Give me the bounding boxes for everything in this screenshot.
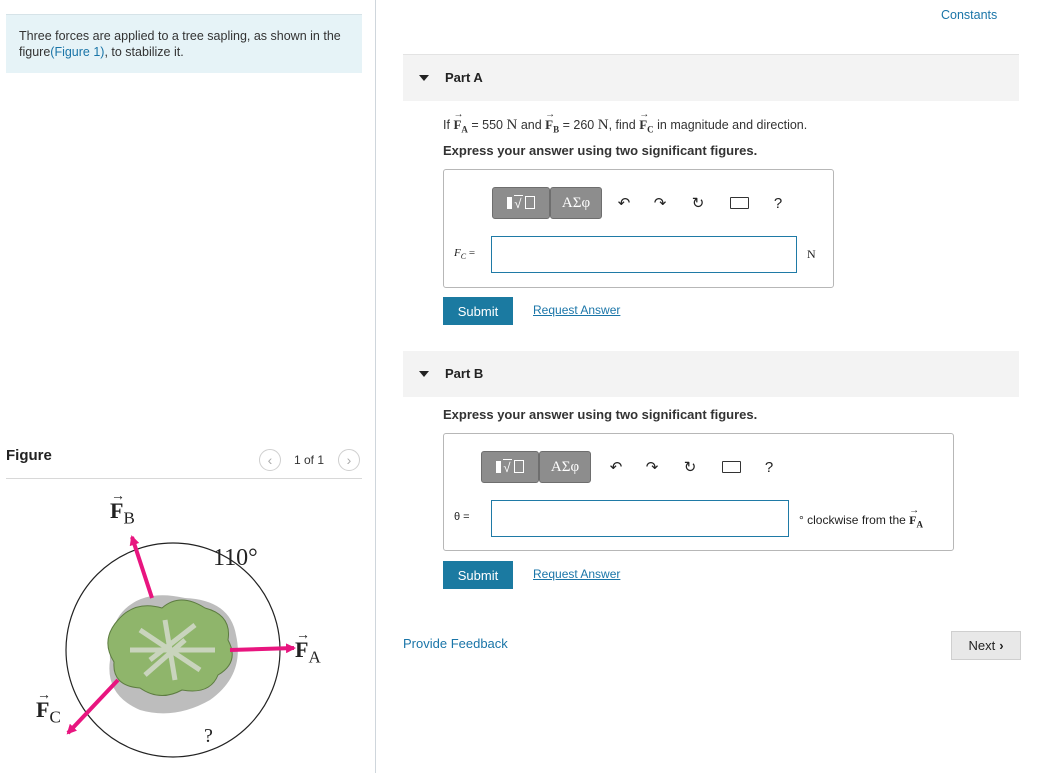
reset-icon[interactable]: ↻ [680, 458, 700, 476]
force-fa-arrow [229, 643, 296, 654]
redo-icon[interactable]: ↷ [642, 458, 662, 476]
constants-link[interactable]: Constants [941, 8, 997, 22]
part-b-instructions: Express your answer using two significan… [443, 407, 758, 422]
q-if: If [443, 118, 450, 132]
label-fa-sub: A [308, 647, 321, 667]
part-b-request-answer-link[interactable]: Request Answer [533, 567, 620, 581]
figure-diagram [65, 535, 296, 758]
sqrt-template-icon: √ [496, 458, 524, 475]
vector-arrow-fb: → [111, 489, 125, 504]
part-a-title: Part A [445, 70, 483, 85]
part-b-unit-vec-sub: A [916, 519, 924, 530]
part-a-header[interactable]: Part A [403, 55, 1019, 101]
next-label: Next [968, 638, 996, 653]
q-and: and [520, 118, 542, 132]
greek-symbols-label: ΑΣφ [550, 458, 580, 475]
vector-arrow-icon: → [453, 109, 464, 120]
q-find: , find [608, 118, 636, 132]
label-fc-sub: C [460, 252, 467, 262]
problem-intro: Three forces are applied to a tree sapli… [6, 14, 362, 73]
next-figure-button[interactable]: › [338, 449, 360, 471]
chevron-right-icon: › [999, 638, 1004, 653]
provide-feedback-link[interactable]: Provide Feedback [403, 636, 508, 651]
greek-symbols-label: ΑΣφ [561, 194, 591, 211]
panel-divider [375, 0, 376, 773]
fb-value: = 260 [562, 118, 595, 132]
figure-title: Figure [6, 447, 52, 464]
help-icon[interactable]: ? [768, 194, 788, 212]
vec-fa: → FA [453, 109, 468, 135]
angle-label-unknown: ? [204, 725, 213, 747]
part-b-title: Part B [445, 366, 484, 381]
templates-button[interactable]: √ [492, 187, 550, 219]
label-fc-sub: C [49, 707, 61, 727]
reset-icon[interactable]: ↻ [688, 194, 708, 212]
label-fb-sub: B [123, 508, 135, 528]
vec-fa-sub: A [461, 124, 468, 135]
undo-icon[interactable]: ↶ [606, 458, 626, 476]
label-eq: = [468, 247, 476, 259]
part-a-request-answer-link[interactable]: Request Answer [533, 303, 620, 317]
vec-fb-sub: B [553, 124, 560, 135]
part-a-submit-button[interactable]: Submit [443, 297, 513, 325]
unit-n-1: N [506, 117, 518, 133]
collapse-caret-icon[interactable] [419, 371, 429, 377]
vector-arrow-fc: → [37, 688, 51, 703]
part-b-toolbar: √ ΑΣφ ↶ ↷ ↻ ? [481, 451, 781, 483]
part-a-input[interactable] [491, 236, 797, 273]
collapse-caret-icon[interactable] [419, 75, 429, 81]
chevron-right-icon: › [346, 452, 352, 468]
part-b-header[interactable]: Part B [403, 351, 1019, 397]
intro-text: Three forces are applied to a tree sapli… [6, 15, 362, 60]
figure-divider [6, 478, 362, 479]
templates-button[interactable]: √ [481, 451, 539, 483]
vector-arrow-icon: → [639, 109, 650, 120]
intro-text-after: , to stabilize it. [104, 45, 184, 59]
vec-fc: → FC [639, 109, 654, 135]
undo-icon[interactable]: ↶ [614, 194, 634, 212]
vec-fb: → FB [545, 109, 560, 135]
label-fa: → FA [295, 628, 321, 667]
vector-arrow-icon: → [545, 109, 556, 120]
part-b-input[interactable] [491, 500, 789, 537]
part-b-unit-text: ° clockwise from the [799, 513, 906, 527]
chevron-left-icon: ‹ [267, 452, 273, 468]
vector-arrow-icon: → [909, 505, 920, 516]
part-a-answer-box: √ ΑΣφ ↶ ↷ ↻ ? FC = N [443, 169, 834, 288]
help-icon[interactable]: ? [759, 458, 779, 476]
unit-n-2: N [597, 117, 609, 133]
greek-symbols-button[interactable]: ΑΣφ [550, 187, 602, 219]
fa-value: = 550 [471, 118, 504, 132]
q-tail: in magnitude and direction. [657, 118, 808, 132]
part-b-answer-box: √ ΑΣφ ↶ ↷ ↻ ? θ = ° clockwise from the →… [443, 433, 954, 551]
part-b-variable-label: θ = [454, 511, 470, 523]
label-fc-letter: F [454, 247, 461, 259]
vec-fc-sub: C [647, 124, 654, 135]
redo-icon[interactable]: ↷ [650, 194, 670, 212]
sqrt-template-icon: √ [507, 194, 535, 211]
part-b-unit-vec: → FA [909, 505, 924, 530]
label-fb: → FB [110, 489, 135, 528]
prev-figure-button[interactable]: ‹ [259, 449, 281, 471]
force-fc-arrow [66, 678, 120, 735]
part-b-submit-button[interactable]: Submit [443, 561, 513, 589]
part-a-question: If → FA = 550 N and → FB = 260 N, find → FC… [443, 109, 808, 135]
part-a-instructions: Express your answer using two significan… [443, 143, 758, 158]
part-a-toolbar: √ ΑΣφ ↶ ↷ ↻ ? [492, 187, 792, 219]
figure-pager: 1 of 1 [294, 453, 325, 467]
label-fc: → FC [36, 688, 61, 727]
next-button[interactable]: Next › [951, 631, 1021, 660]
keyboard-icon[interactable] [721, 458, 741, 476]
part-a-variable-label: FC = [454, 247, 475, 261]
keyboard-icon[interactable] [729, 194, 749, 212]
figure-link[interactable]: (Figure 1) [50, 45, 104, 59]
vector-arrow-fa: → [296, 628, 310, 643]
greek-symbols-button[interactable]: ΑΣφ [539, 451, 591, 483]
part-b-unit: ° clockwise from the → FA [799, 505, 924, 530]
angle-label-110: 110° [213, 545, 258, 571]
part-a-unit: N [807, 247, 816, 261]
